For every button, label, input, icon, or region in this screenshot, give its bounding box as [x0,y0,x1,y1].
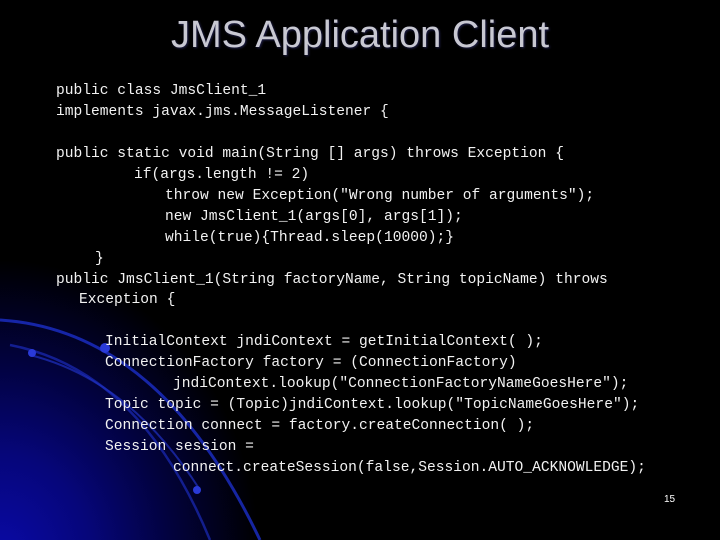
code-line: throw new Exception("Wrong number of arg… [165,188,595,204]
code-line: while(true){Thread.sleep(10000);} [165,230,455,246]
code-line: Exception { [79,292,176,308]
code-line: implements javax.jms.MessageListener { [56,104,389,120]
code-line: connect.createSession(false,Session.AUTO… [173,460,646,476]
arc-dot-3 [193,486,201,494]
code-line: public class JmsClient_1 [56,83,267,99]
arc-dot-2 [28,349,36,357]
code-line: public JmsClient_1(String factoryName, S… [56,272,608,288]
code-line: Connection connect = factory.createConne… [105,418,535,434]
page-number: 15 [664,494,676,505]
code-line: Session session = [105,439,254,455]
code-line: new JmsClient_1(args[0], args[1]); [165,209,463,225]
code-line: ConnectionFactory factory = (ConnectionF… [105,355,517,371]
code-line: public static void main(String [] args) … [56,146,564,162]
code-line: } [95,251,104,267]
code-line: jndiContext.lookup("ConnectionFactoryNam… [173,376,629,392]
code-block: public class JmsClient_1 implements java… [0,0,720,476]
code-line: Topic topic = (Topic)jndiContext.lookup(… [105,397,640,413]
code-line: if(args.length != 2) [134,167,310,183]
code-line: InitialContext jndiContext = getInitialC… [105,334,543,350]
